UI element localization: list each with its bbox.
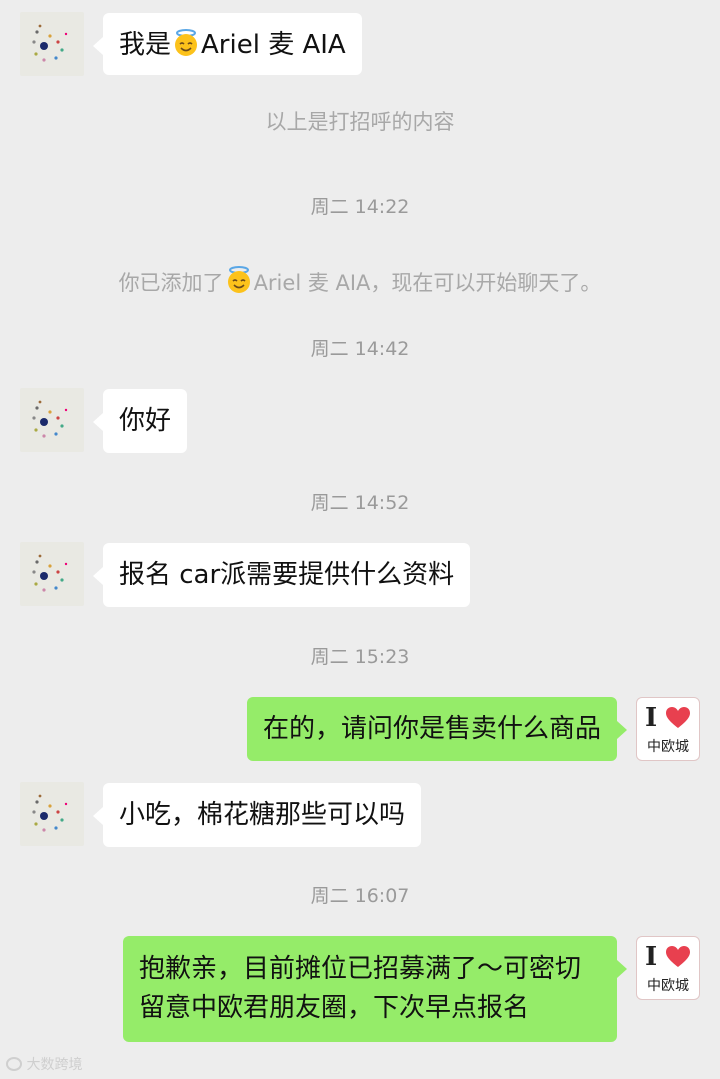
message-text: 我是 xyxy=(119,30,172,60)
contact-avatar[interactable] xyxy=(20,388,84,452)
timestamp: 周二 14:22 xyxy=(310,196,410,218)
message-text: 小吃，棉花糖那些可以吗 xyxy=(119,800,406,830)
contact-name: Ariel 麦 AIA xyxy=(201,30,346,60)
incoming-message-bubble[interactable]: 小吃，棉花糖那些可以吗 xyxy=(92,783,422,847)
timestamp: 周二 14:42 xyxy=(310,338,410,360)
smiling-face-with-halo-icon xyxy=(224,265,254,295)
message-text: 在的，请问你是售卖什么商品 xyxy=(262,714,601,744)
system-notice: 以上是打招呼的内容 xyxy=(265,110,455,134)
own-avatar[interactable]: I 中欧城 xyxy=(636,936,700,1000)
message-text-line: 抱歉亲，目前摊位已招募满了～可密切 xyxy=(139,954,582,984)
timestamp: 周二 14:52 xyxy=(310,492,410,514)
outgoing-message-bubble[interactable]: 在的，请问你是售卖什么商品 xyxy=(246,697,628,761)
avatar-pattern-icon xyxy=(32,24,68,62)
brand-letter: I xyxy=(645,703,658,733)
contact-avatar[interactable] xyxy=(20,782,84,846)
incoming-message-bubble[interactable]: 你好 xyxy=(92,389,188,453)
heart-icon xyxy=(666,707,690,728)
watermark-logo-icon xyxy=(6,1057,22,1071)
brand-subtitle: 中欧城 xyxy=(647,978,689,994)
brand-subtitle: 中欧城 xyxy=(647,739,689,755)
avatar-pattern-icon xyxy=(32,794,68,832)
message-text-line: 留意中欧君朋友圈，下次早点报名 xyxy=(139,993,530,1023)
timestamp: 周二 15:23 xyxy=(310,646,410,668)
avatar-pattern-icon xyxy=(32,554,68,592)
system-notice-text: Ariel 麦 AIA，现在可以开始聊天了。 xyxy=(253,271,602,295)
timestamp: 周二 16:07 xyxy=(310,885,410,907)
message-text: 你好 xyxy=(119,406,172,436)
avatar-pattern-icon xyxy=(32,400,68,438)
own-avatar[interactable]: I 中欧城 xyxy=(636,697,700,761)
watermark: 大数跨境 xyxy=(6,1054,82,1074)
smiling-face-with-halo-icon xyxy=(171,28,201,58)
heart-icon xyxy=(666,946,690,967)
brand-letter: I xyxy=(645,942,658,972)
message-text: 报名 car派需要提供什么资料 xyxy=(119,560,455,590)
watermark-text: 大数跨境 xyxy=(26,1057,83,1073)
system-notice: 你已添加了 Ariel 麦 AIA，现在可以开始聊天了。 xyxy=(0,265,720,297)
system-notice-text: 你已添加了 xyxy=(118,271,224,295)
contact-avatar[interactable] xyxy=(20,542,84,606)
incoming-message-bubble[interactable]: 我是 Ariel 麦 AIA xyxy=(93,13,362,75)
contact-avatar[interactable] xyxy=(20,12,84,76)
outgoing-message-bubble[interactable]: 抱歉亲，目前摊位已招募满了～可密切 留意中欧君朋友圈，下次早点报名 xyxy=(123,936,627,1042)
incoming-message-bubble[interactable]: 报名 car派需要提供什么资料 xyxy=(92,543,471,607)
